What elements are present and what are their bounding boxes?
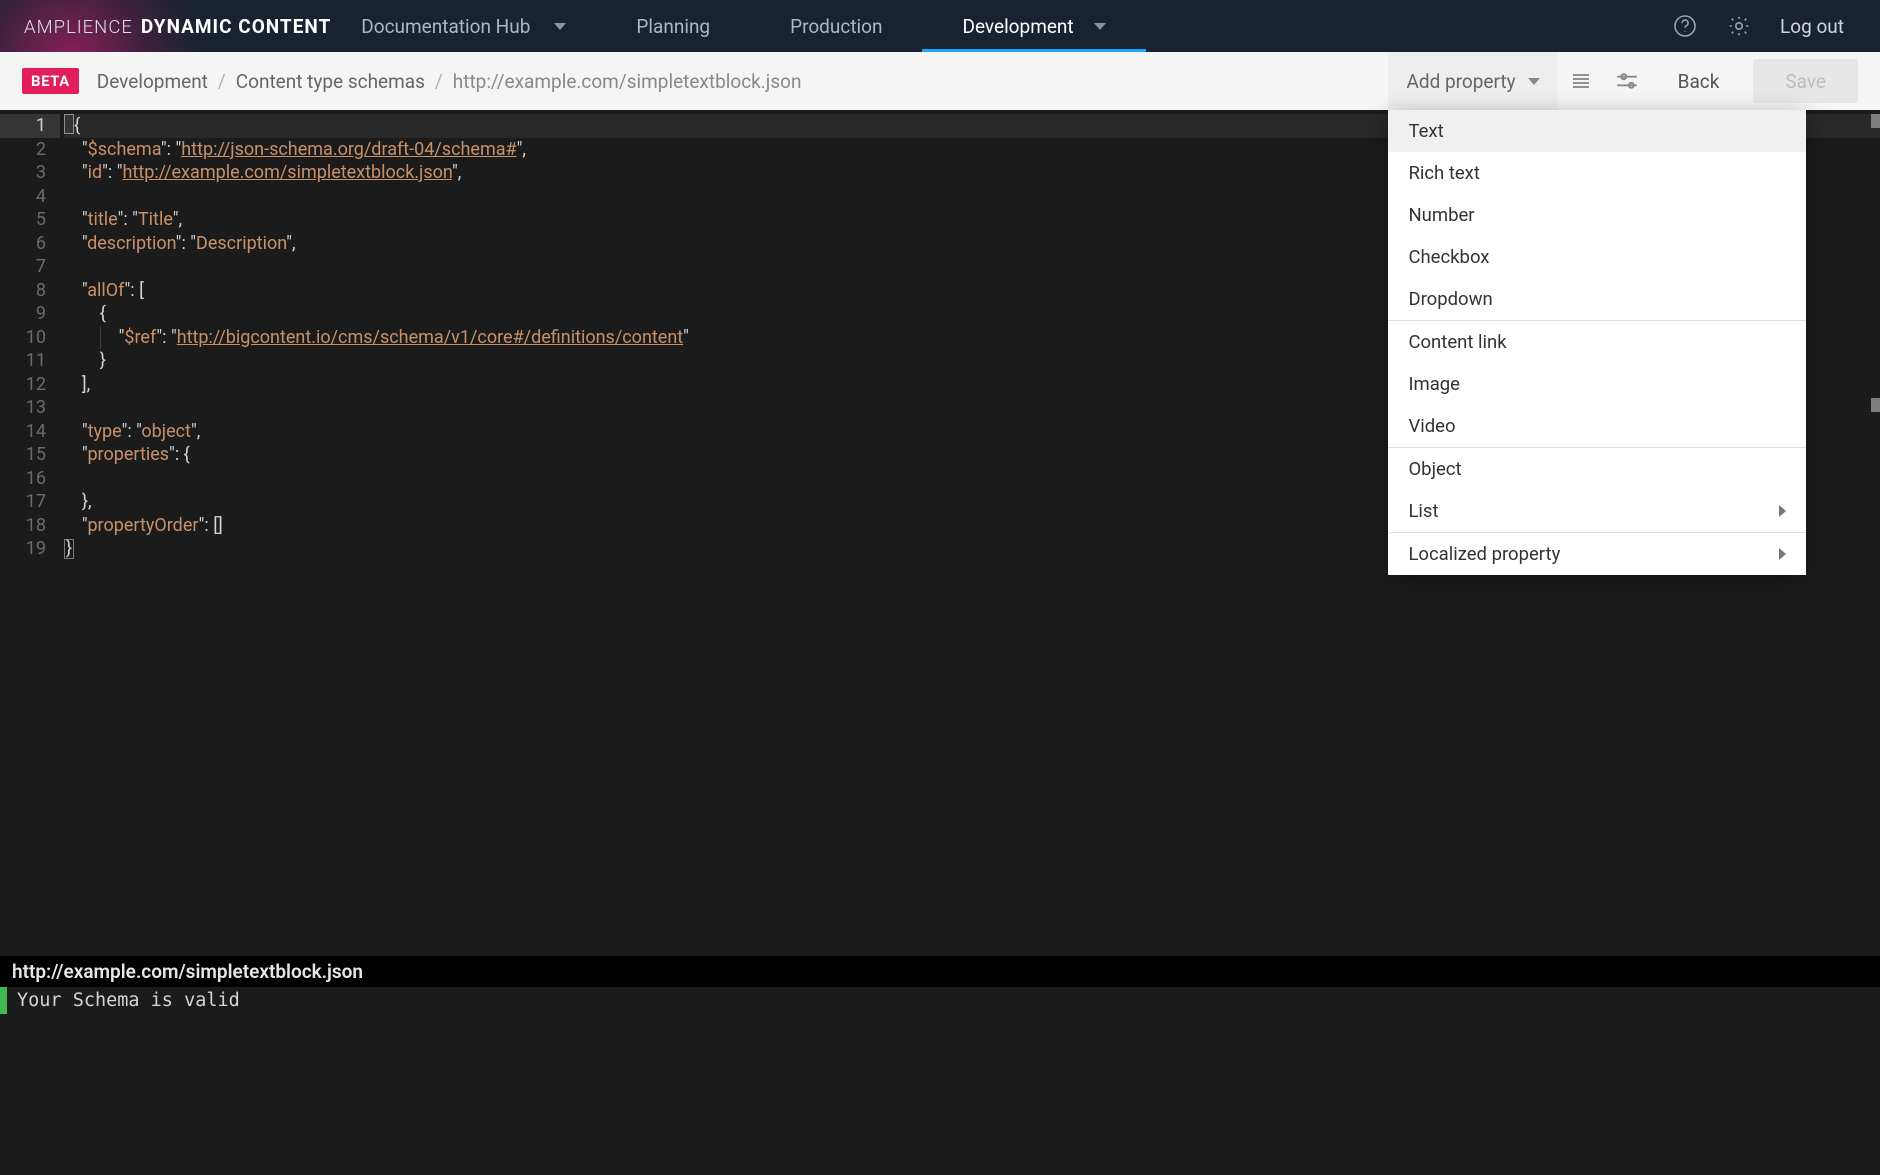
menu-item-label: Dropdown xyxy=(1408,288,1492,310)
validation-message: Your Schema is valid xyxy=(17,990,240,1011)
chevron-right-icon xyxy=(1779,505,1786,517)
menu-item-label: Text xyxy=(1408,120,1443,142)
menu-item-content-link[interactable]: Content link xyxy=(1388,321,1806,363)
menu-item-label: Object xyxy=(1408,458,1461,480)
breadcrumb-separator: / xyxy=(218,70,226,93)
breadcrumb: Development / Content type schemas / htt… xyxy=(97,70,802,93)
logout-link[interactable]: Log out xyxy=(1780,15,1844,38)
menu-item-label: Localized property xyxy=(1408,543,1560,565)
menu-item-dropdown[interactable]: Dropdown xyxy=(1388,278,1806,320)
menu-item-number[interactable]: Number xyxy=(1388,194,1806,236)
crumb-schemas[interactable]: Content type schemas xyxy=(236,70,425,93)
menu-item-list[interactable]: List xyxy=(1388,490,1806,532)
menu-item-label: Image xyxy=(1408,373,1460,395)
console-body: Your Schema is valid xyxy=(0,987,1880,1175)
menu-item-label: Number xyxy=(1408,204,1474,226)
add-property-label: Add property xyxy=(1406,70,1515,93)
nav-development[interactable]: Development xyxy=(922,0,1145,52)
breadcrumb-separator: / xyxy=(435,70,443,93)
property-type-menu: Text Rich text Number Checkbox Dropdown Conte… xyxy=(1388,110,1806,575)
crumb-development[interactable]: Development xyxy=(97,70,208,93)
nav-planning[interactable]: Planning xyxy=(596,0,750,52)
menu-item-text[interactable]: Text xyxy=(1388,110,1806,152)
menu-item-label: Checkbox xyxy=(1408,246,1489,268)
menu-item-localized-property[interactable]: Localized property xyxy=(1388,533,1806,575)
menu-item-video[interactable]: Video xyxy=(1388,405,1806,447)
nav-production[interactable]: Production xyxy=(750,0,922,52)
scroll-marker xyxy=(1871,398,1880,412)
line-gutter: 12345678910111213141516171819 xyxy=(0,110,60,956)
settings-sliders-icon[interactable] xyxy=(1604,52,1650,110)
menu-item-label: Video xyxy=(1408,415,1455,437)
menu-item-checkbox[interactable]: Checkbox xyxy=(1388,236,1806,278)
chevron-right-icon xyxy=(1779,548,1786,560)
hub-label: Documentation Hub xyxy=(361,15,530,38)
menu-item-object[interactable]: Object xyxy=(1388,448,1806,490)
sub-toolbar: BETA Development / Content type schemas … xyxy=(0,52,1880,110)
brand-text-a: AMPLIENCE xyxy=(24,16,133,38)
brand-logo: AMPLIENCE DYNAMIC CONTENT xyxy=(0,15,331,38)
crumb-current: http://example.com/simpletextblock.json xyxy=(453,70,802,93)
gear-icon[interactable] xyxy=(1726,13,1752,39)
beta-badge: BETA xyxy=(22,68,79,94)
save-button: Save xyxy=(1753,59,1858,103)
menu-item-label: List xyxy=(1408,500,1438,522)
console-title-bar: http://example.com/simpletextblock.json xyxy=(0,956,1880,987)
validation-row: Your Schema is valid xyxy=(0,987,1880,1014)
menu-item-label: Rich text xyxy=(1408,162,1479,184)
status-indicator-icon xyxy=(0,987,7,1014)
main-nav: Planning Production Development xyxy=(596,0,1145,52)
top-nav: AMPLIENCE DYNAMIC CONTENT Documentation … xyxy=(0,0,1880,52)
brand-text-b: DYNAMIC CONTENT xyxy=(141,15,331,38)
chevron-down-icon xyxy=(1528,78,1540,85)
back-button[interactable]: Back xyxy=(1650,70,1748,93)
add-property-dropdown[interactable]: Add property TextRich textNumberCheckbox… xyxy=(1388,52,1557,110)
menu-item-rich-text[interactable]: Rich text xyxy=(1388,152,1806,194)
hub-selector[interactable]: Documentation Hub xyxy=(331,15,596,38)
console-title: http://example.com/simpletextblock.json xyxy=(12,960,363,983)
menu-item-label: Content link xyxy=(1408,331,1506,353)
format-icon[interactable] xyxy=(1558,52,1604,110)
help-icon[interactable] xyxy=(1672,13,1698,39)
scroll-marker xyxy=(1871,114,1880,128)
chevron-down-icon xyxy=(1094,23,1106,30)
menu-item-image[interactable]: Image xyxy=(1388,363,1806,405)
chevron-down-icon xyxy=(554,23,566,30)
